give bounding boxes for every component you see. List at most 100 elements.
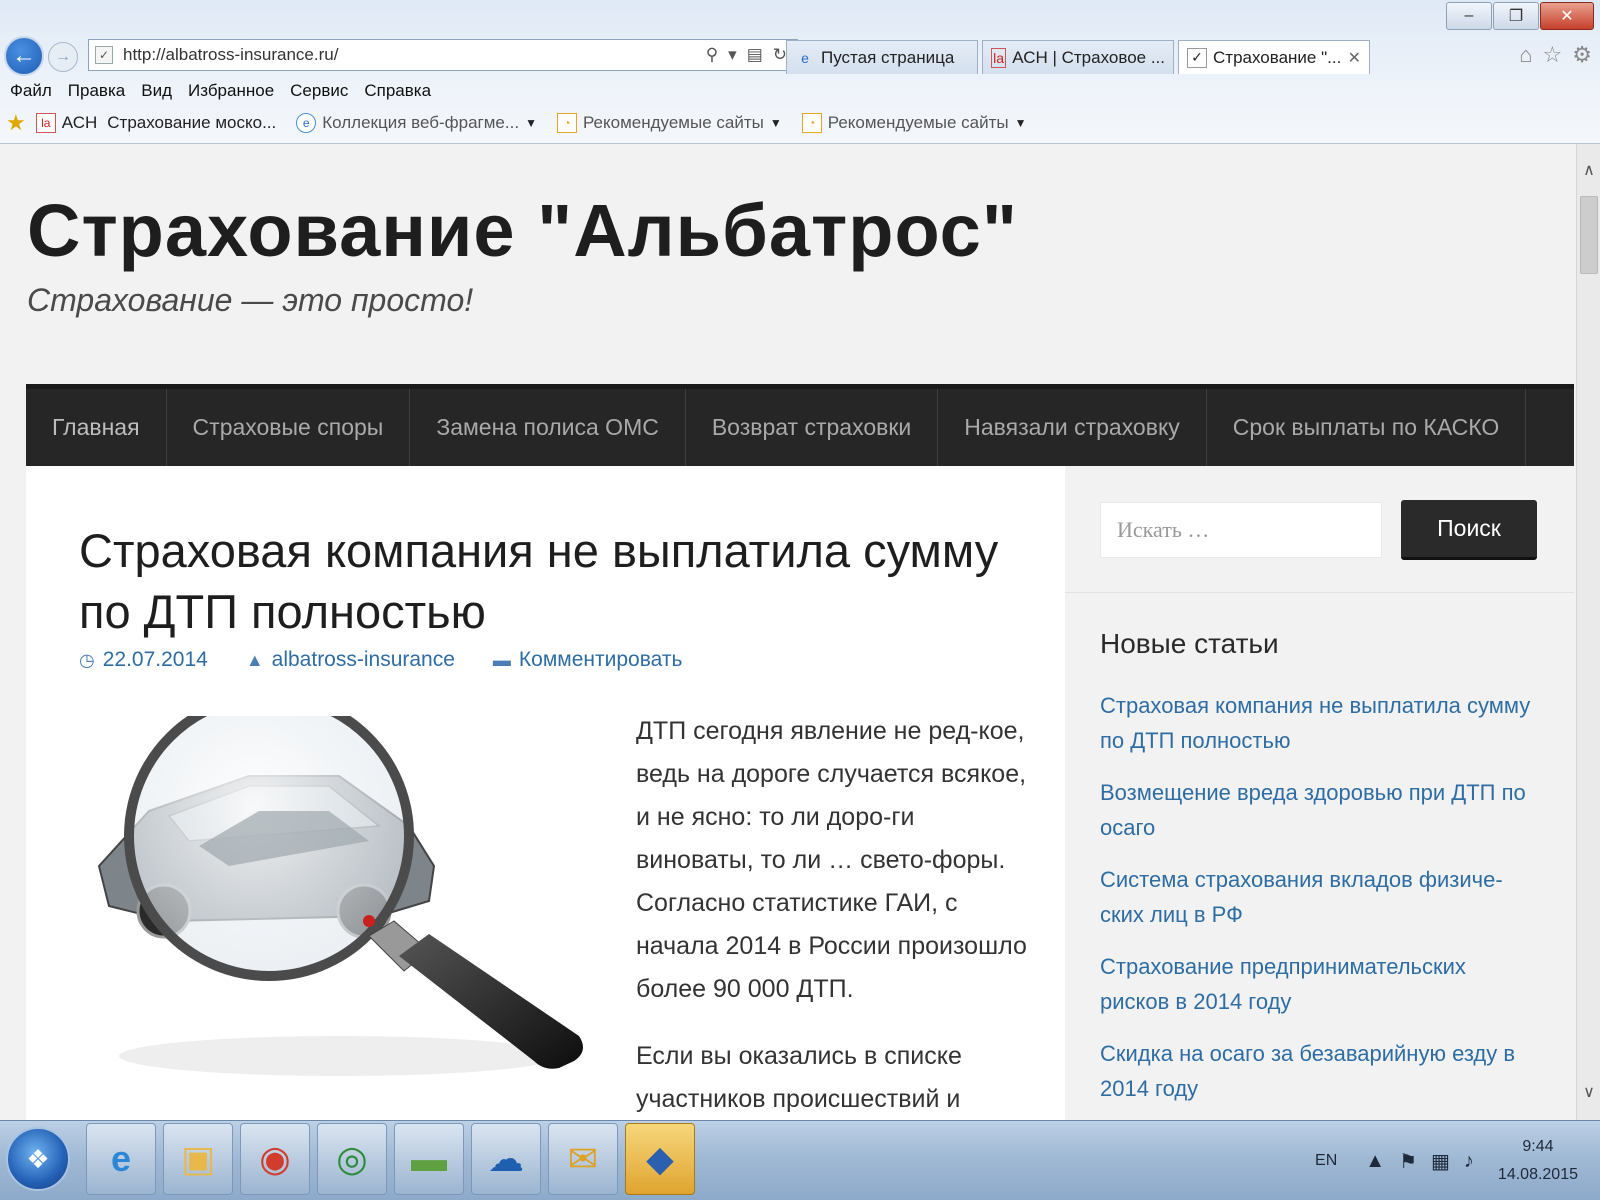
- recent-post-link[interactable]: Страховая компания не выплатила сумму по…: [1100, 688, 1540, 758]
- nav-item-home[interactable]: Главная: [26, 389, 167, 466]
- favorite-asn[interactable]: la АСН: [35, 113, 97, 133]
- clock[interactable]: 9:44 14.08.2015: [1498, 1133, 1578, 1189]
- post-author: albatross-insurance: [271, 648, 455, 671]
- address-bar-tools: ⚲ ▾ ▤ ↻: [706, 45, 787, 65]
- nav-item-imposed[interactable]: Навязали страховку: [938, 389, 1207, 466]
- menu-edit[interactable]: Правка: [68, 81, 125, 101]
- recent-post-link[interactable]: Страхование предпринимательских рисков в…: [1100, 949, 1540, 1019]
- tab-label: Страхование "...: [1213, 47, 1342, 67]
- favorite-suggested-sites-1[interactable]: ◔ Рекомендуемые сайты ▼: [556, 113, 782, 133]
- language-indicator[interactable]: EN: [1315, 1152, 1337, 1170]
- asn-icon: la: [35, 113, 56, 133]
- tab-label: АСН | Страховое ...: [1012, 47, 1165, 67]
- menu-file[interactable]: Файл: [10, 81, 52, 101]
- recent-posts-title: Новые статьи: [1100, 628, 1279, 659]
- close-button[interactable]: ✕: [1540, 2, 1594, 30]
- nav-item-oms[interactable]: Замена полиса ОМС: [410, 389, 686, 466]
- menu-view[interactable]: Вид: [141, 81, 172, 101]
- menu-favorites[interactable]: Избранное: [188, 81, 274, 101]
- shield-icon: ◆: [646, 1138, 674, 1179]
- post-meta: ◷ 22.07.2014 ▲ albatross-insurance ▬ Коммен…: [79, 648, 682, 672]
- scrollbar-thumb[interactable]: [1580, 196, 1598, 274]
- site-icon: ✓: [1187, 47, 1207, 68]
- taskbar-search-app[interactable]: ◎: [317, 1123, 387, 1195]
- tab-asn[interactable]: la АСН | Страховое ...: [982, 40, 1174, 74]
- recent-post-link[interactable]: Возмещение вреда здоровью при ДТП по оса…: [1100, 775, 1540, 845]
- tab-label: Пустая страница: [821, 47, 955, 67]
- taskbar-ie[interactable]: e: [86, 1123, 156, 1195]
- compat-view-icon[interactable]: ▤: [747, 45, 763, 65]
- dropdown-icon[interactable]: ▾: [728, 45, 737, 65]
- post-author-link[interactable]: ▲ albatross-insurance: [246, 648, 455, 672]
- home-icon[interactable]: ⌂: [1519, 42, 1532, 68]
- taskbar-onedrive[interactable]: ☁: [471, 1123, 541, 1195]
- site-favicon-icon: ✓: [95, 46, 113, 64]
- forward-button[interactable]: →: [48, 42, 78, 72]
- address-bar[interactable]: ✓ http://albatross-insurance.ru/ ⚲ ▾ ▤ ↻: [88, 39, 798, 71]
- page-viewport: Страхование "Альбатрос" Страхование — эт…: [0, 144, 1576, 1120]
- taskbar-explorer[interactable]: ▣: [163, 1123, 233, 1195]
- asn-icon: la: [991, 47, 1007, 68]
- magnifier-icon: ◎: [336, 1138, 368, 1179]
- start-button[interactable]: ❖: [6, 1127, 70, 1191]
- taskbar: ❖ e ▣ ◉ ◎ ▬ ☁ ✉ ◆ EN ▲ ⚑ ▦ ♪ 9:44 14.08.…: [0, 1120, 1600, 1200]
- volume-icon[interactable]: ♪: [1464, 1150, 1474, 1173]
- scroll-up-icon[interactable]: ∧: [1577, 158, 1600, 182]
- favorites-bar: ★ la АСН Страхование моско... e Коллекци…: [0, 108, 1600, 138]
- search-input[interactable]: Искать …: [1100, 502, 1382, 558]
- clock-icon: ◷: [79, 649, 95, 670]
- cloud-icon: ☁: [488, 1138, 524, 1179]
- menu-tools[interactable]: Сервис: [290, 81, 348, 101]
- favorite-web-slice-gallery[interactable]: e Коллекция веб-фрагме... ▼: [296, 113, 537, 133]
- post-date-link[interactable]: ◷ 22.07.2014: [79, 648, 208, 672]
- taskbar-chrome[interactable]: ◉: [240, 1123, 310, 1195]
- scroll-down-icon[interactable]: ∨: [1577, 1080, 1600, 1104]
- taskbar-car-app[interactable]: ▬: [394, 1123, 464, 1195]
- tab-albatross[interactable]: ✓ Страхование "... ✕: [1178, 40, 1370, 74]
- tab-blank[interactable]: e Пустая страница: [786, 40, 978, 74]
- ie-icon: e: [110, 1138, 132, 1179]
- url-text[interactable]: http://albatross-insurance.ru/: [123, 45, 706, 65]
- recent-post-link[interactable]: Скидка на осаго за безаварийную езду в 2…: [1100, 1036, 1540, 1106]
- chevron-down-icon[interactable]: ▼: [770, 116, 782, 130]
- window-controls: – ❐ ✕: [1446, 2, 1594, 30]
- minimize-button[interactable]: –: [1446, 2, 1492, 30]
- taskbar-security[interactable]: ◆: [625, 1123, 695, 1195]
- favorites-add-star-icon[interactable]: ★: [6, 110, 26, 136]
- site-title[interactable]: Страхование "Альбатрос": [27, 188, 1018, 273]
- car-icon: ▬: [411, 1138, 447, 1179]
- search-button[interactable]: Поиск: [1401, 500, 1537, 560]
- menu-help[interactable]: Справка: [364, 81, 431, 101]
- recent-post-link[interactable]: Система страхования вкладов физиче-ских …: [1100, 862, 1540, 932]
- taskbar-mail[interactable]: ✉: [548, 1123, 618, 1195]
- folder-icon: ▣: [180, 1138, 215, 1179]
- rss-icon: ◔: [556, 113, 577, 133]
- post-comment-link[interactable]: ▬ Комментировать: [493, 648, 682, 672]
- favorite-insurance-moscow[interactable]: Страхование моско...: [107, 113, 276, 133]
- system-tray: EN ▲ ⚑ ▦ ♪ 9:44 14.08.2015: [1315, 1121, 1600, 1200]
- browser-tools: ⌂ ☆ ⚙: [1519, 42, 1592, 68]
- main-content: Страховая компания не выплатила сумму по…: [26, 466, 1065, 1120]
- vertical-scrollbar[interactable]: ∧ ∨: [1576, 144, 1600, 1120]
- restore-button[interactable]: ❐: [1493, 2, 1539, 30]
- post-title[interactable]: Страховая компания не выплатила сумму по…: [79, 520, 1029, 642]
- nav-item-disputes[interactable]: Страховые споры: [167, 389, 411, 466]
- post-body: ДТП сегодня явление не ред-кое, ведь на …: [636, 710, 1036, 1120]
- search-icon[interactable]: ⚲: [706, 45, 718, 65]
- back-button[interactable]: ←: [4, 36, 44, 76]
- show-hidden-icons-icon[interactable]: ▲: [1365, 1150, 1385, 1173]
- refresh-icon[interactable]: ↻: [773, 45, 787, 65]
- favorite-suggested-sites-2[interactable]: ◔ Рекомендуемые сайты ▼: [801, 113, 1027, 133]
- network-icon[interactable]: ▦: [1431, 1149, 1450, 1174]
- site-tagline: Страхование — это просто!: [27, 282, 474, 318]
- favorites-star-icon[interactable]: ☆: [1543, 42, 1563, 68]
- nav-item-refund[interactable]: Возврат страховки: [686, 389, 939, 466]
- divider: [1065, 592, 1574, 593]
- chevron-down-icon[interactable]: ▼: [525, 116, 537, 130]
- ie-icon: e: [296, 113, 317, 133]
- chevron-down-icon[interactable]: ▼: [1015, 116, 1027, 130]
- close-tab-icon[interactable]: ✕: [1348, 48, 1361, 68]
- gear-icon[interactable]: ⚙: [1572, 42, 1592, 68]
- action-center-flag-icon[interactable]: ⚑: [1399, 1149, 1417, 1174]
- nav-item-kasko[interactable]: Срок выплаты по КАСКО: [1207, 389, 1527, 466]
